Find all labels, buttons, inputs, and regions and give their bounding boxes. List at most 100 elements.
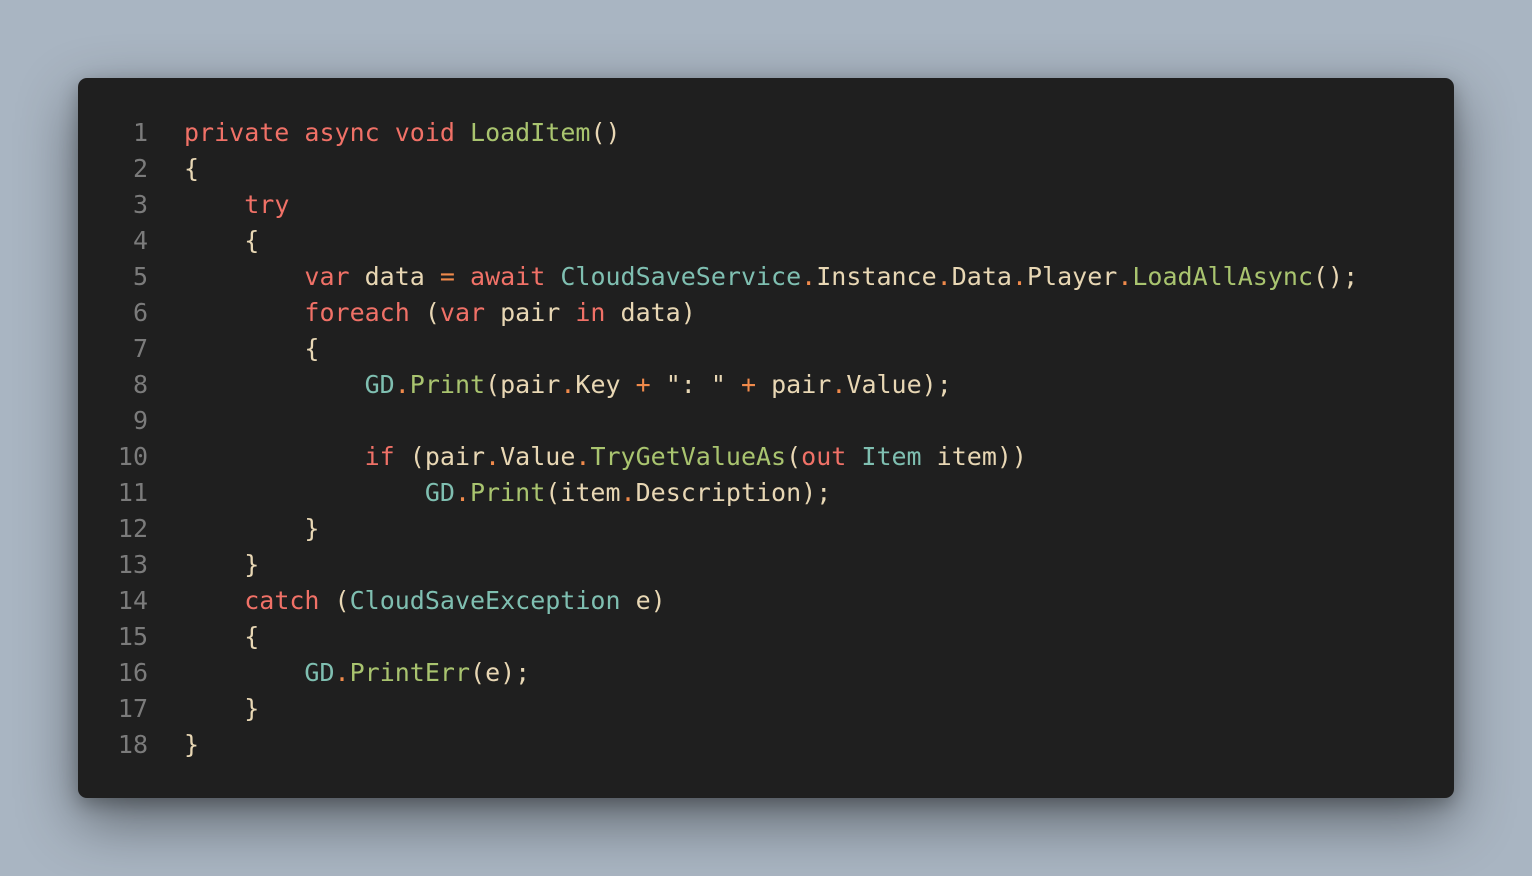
code-line: 2{	[78, 151, 1454, 187]
code-token: (	[786, 442, 802, 471]
line-number: 10	[117, 442, 148, 471]
code-line: 12 }	[78, 511, 1454, 547]
code-token: +	[741, 370, 757, 399]
code-token: Instance	[816, 262, 937, 291]
line-source: GD.Print(pair.Key + ": " + pair.Value);	[184, 367, 952, 403]
code-token: .	[454, 478, 470, 507]
code-token: async	[304, 118, 380, 147]
code-line: 11 GD.Print(item.Description);	[78, 475, 1454, 511]
code-token: =	[439, 262, 455, 291]
code-line: 6 foreach (var pair in data)	[78, 295, 1454, 331]
code-line: 10 if (pair.Value.TryGetValueAs(out Item…	[78, 439, 1454, 475]
line-number: 15	[117, 622, 148, 651]
code-line: 9	[78, 403, 1454, 439]
code-token: .	[936, 262, 952, 291]
code-line: 3 try	[78, 187, 1454, 223]
code-token: Data	[951, 262, 1012, 291]
code-line: 4 {	[78, 223, 1454, 259]
code-token: try	[244, 190, 290, 219]
code-token: pair	[756, 370, 832, 399]
line-source: }	[184, 511, 319, 547]
code-line: 1 private async void LoadItem()	[78, 115, 1454, 151]
code-token: (item	[545, 478, 621, 507]
code-token: LoadItem	[470, 118, 591, 147]
code-token: {	[184, 226, 260, 255]
code-token: .	[485, 442, 501, 471]
line-source: GD.PrintErr(e);	[184, 655, 530, 691]
code-token: .	[620, 478, 636, 507]
code-token: Description);	[635, 478, 832, 507]
code-token: (pair	[485, 370, 561, 399]
code-line: 7 {	[78, 331, 1454, 367]
code-token: var	[304, 262, 350, 291]
code-line: 16 GD.PrintErr(e);	[78, 655, 1454, 691]
code-token: ": "	[665, 370, 726, 399]
code-token: .	[1011, 262, 1027, 291]
code-token: in	[575, 298, 606, 327]
code-token: GD	[304, 658, 335, 687]
code-token: Player	[1027, 262, 1118, 291]
code-token: }	[184, 514, 320, 543]
code-token: ()	[590, 118, 621, 147]
code-token: .	[334, 658, 350, 687]
code-token: (e);	[470, 658, 531, 687]
code-token: void	[394, 118, 455, 147]
line-number: 8	[132, 370, 148, 399]
code-token: .	[801, 262, 817, 291]
code-token: await	[470, 262, 546, 291]
line-number: 3	[132, 190, 148, 219]
line-source: private async void LoadItem()	[184, 115, 621, 151]
line-source: try	[184, 187, 289, 223]
code-token: (	[319, 586, 350, 615]
code-token: PrintErr	[349, 658, 471, 687]
code-token: {	[184, 154, 200, 183]
line-number: 9	[132, 406, 148, 435]
line-number: 12	[117, 514, 148, 543]
code-token: {	[184, 622, 260, 651]
code-token: Print	[409, 370, 486, 399]
line-source: GD.Print(item.Description);	[184, 475, 831, 511]
line-source: {	[184, 223, 259, 259]
line-source: {	[184, 619, 259, 655]
code-token: Value);	[846, 370, 952, 399]
code-token: data)	[605, 298, 696, 327]
line-source: }	[184, 691, 259, 727]
code-token: (	[409, 298, 440, 327]
code-line: 13 }	[78, 547, 1454, 583]
code-line: 17 }	[78, 691, 1454, 727]
code-token: .	[831, 370, 847, 399]
code-token: .	[394, 370, 410, 399]
line-number: 13	[117, 550, 148, 579]
line-number: 17	[117, 694, 148, 723]
code-block[interactable]: 1 private async void LoadItem() 2{3 try 4 {…	[78, 115, 1454, 763]
code-token: +	[635, 370, 651, 399]
code-token: e)	[620, 586, 666, 615]
code-token: .	[560, 370, 576, 399]
code-token: foreach	[304, 298, 410, 327]
code-token: Print	[470, 478, 546, 507]
code-token: Item	[861, 442, 922, 471]
code-token: .	[575, 442, 591, 471]
code-token: private	[184, 118, 290, 147]
code-line: 5 var data = await CloudSaveService.Inst…	[78, 259, 1454, 295]
code-token: (pair	[394, 442, 486, 471]
line-source: catch (CloudSaveException e)	[184, 583, 666, 619]
code-line: 8 GD.Print(pair.Key + ": " + pair.Value)…	[78, 367, 1454, 403]
code-token: item))	[921, 442, 1027, 471]
code-line: 14 catch (CloudSaveException e)	[78, 583, 1454, 619]
code-token: GD	[364, 370, 395, 399]
code-token: LoadAllAsync	[1132, 262, 1313, 291]
line-number: 6	[132, 298, 148, 327]
code-token: ();	[1313, 262, 1359, 291]
